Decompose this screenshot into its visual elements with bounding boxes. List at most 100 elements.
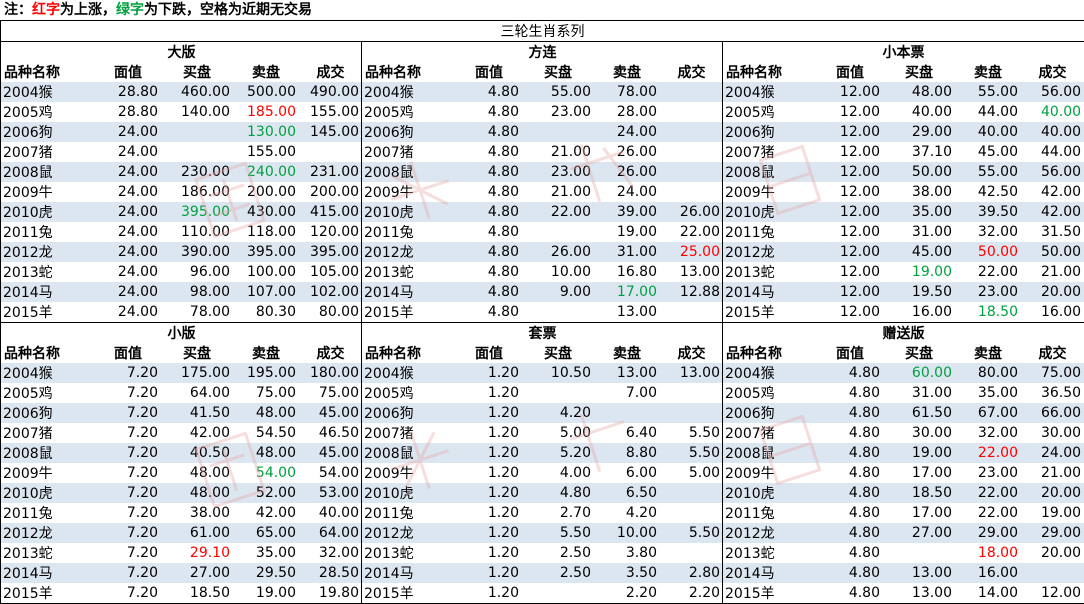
price-cell: 19.00 <box>883 443 955 463</box>
price-cell: 55.00 <box>955 162 1021 182</box>
variety-name: 2004猴 <box>362 363 456 383</box>
price-cell: 40.00 <box>299 503 362 523</box>
table-row: 2013蛇12.0019.0022.0021.00 <box>723 262 1084 282</box>
price-cell: 7.20 <box>95 563 161 583</box>
price-cell: 230.00 <box>161 162 233 182</box>
price-cell: 27.00 <box>883 523 955 543</box>
variety-name: 2012龙 <box>1 242 95 262</box>
price-cell: 1.20 <box>456 503 522 523</box>
price-cell: 23.00 <box>955 282 1021 302</box>
variety-name: 2010虎 <box>723 483 817 503</box>
price-cell: 3.50 <box>594 563 660 583</box>
table-row: 2006狗4.8024.00 <box>362 122 723 142</box>
price-cell: 7.20 <box>95 423 161 443</box>
variety-name: 2015羊 <box>723 302 817 322</box>
section-title: 大版 <box>1 42 362 62</box>
variety-name: 2009牛 <box>362 182 456 202</box>
legend-note: 注：红字为上涨，绿字为下跌，空格为近期无交易 <box>0 0 1084 20</box>
price-cell: 200.00 <box>299 182 362 202</box>
price-cell: 12.00 <box>817 122 883 142</box>
table-row: 2014马1.202.503.502.80 <box>362 563 723 583</box>
variety-name: 2007猪 <box>1 423 95 443</box>
column-header: 卖盘 <box>233 343 299 363</box>
column-header: 成交 <box>299 343 362 363</box>
price-cell: 7.20 <box>95 503 161 523</box>
note-red-word: 红字 <box>32 2 60 18</box>
price-cell <box>660 102 723 122</box>
price-cell: 48.00 <box>233 443 299 463</box>
price-cell: 155.00 <box>299 102 362 122</box>
variety-name: 2004猴 <box>362 82 456 102</box>
price-cell: 12.00 <box>817 222 883 242</box>
price-cell: 12.00 <box>817 82 883 102</box>
table-row: 2014马24.0098.00107.00102.00 <box>1 282 362 302</box>
table-row: 2013蛇4.8010.0016.8013.00 <box>362 262 723 282</box>
price-cell <box>660 122 723 142</box>
note-suffix: 为下跌，空格为近期无交易 <box>144 2 312 18</box>
section-table: 小本票品种名称面值买盘卖盘成交2004猴12.0048.0055.0056.00… <box>723 42 1084 322</box>
price-cell: 4.80 <box>456 302 522 322</box>
price-cell: 16.80 <box>594 262 660 282</box>
variety-name: 2008鼠 <box>362 162 456 182</box>
price-cell: 25.00 <box>660 242 723 262</box>
variety-name: 2012龙 <box>723 242 817 262</box>
price-cell: 490.00 <box>299 82 362 102</box>
price-cell: 185.00 <box>233 102 299 122</box>
price-cell: 1.20 <box>456 363 522 383</box>
price-cell: 4.80 <box>456 222 522 242</box>
variety-name: 2012龙 <box>362 523 456 543</box>
price-cell <box>660 403 723 423</box>
price-cell: 13.00 <box>594 363 660 383</box>
price-cell: 500.00 <box>233 82 299 102</box>
table-row: 2008鼠7.2040.5048.0045.00 <box>1 443 362 463</box>
section-taopiao: 套票品种名称面值买盘卖盘成交2004猴1.2010.5013.0013.0020… <box>362 323 723 604</box>
price-cell: 31.50 <box>1021 222 1084 242</box>
price-cell: 20.00 <box>1021 282 1084 302</box>
column-header: 品种名称 <box>1 62 95 82</box>
price-cell: 4.80 <box>817 583 883 603</box>
price-cell: 4.80 <box>456 82 522 102</box>
price-cell <box>522 383 594 403</box>
variety-name: 2010虎 <box>1 202 95 222</box>
price-cell: 30.00 <box>883 423 955 443</box>
price-cell: 23.00 <box>522 102 594 122</box>
price-cell: 180.00 <box>299 363 362 383</box>
price-cell: 28.80 <box>95 82 161 102</box>
price-cell: 18.50 <box>883 483 955 503</box>
price-cell: 1.20 <box>456 383 522 403</box>
price-cell: 22.00 <box>955 503 1021 523</box>
price-cell: 24.00 <box>95 222 161 242</box>
column-header: 卖盘 <box>233 62 299 82</box>
table-row: 2004猴7.20175.00195.00180.00 <box>1 363 362 383</box>
variety-name: 2010虎 <box>362 483 456 503</box>
section-xiaoban: 小版品种名称面值买盘卖盘成交2004猴7.20175.00195.00180.0… <box>1 323 362 604</box>
price-cell: 24.00 <box>95 122 161 142</box>
price-cell: 10.00 <box>594 523 660 543</box>
price-cell: 7.20 <box>95 363 161 383</box>
price-cell: 21.00 <box>1021 463 1084 483</box>
price-cell: 145.00 <box>299 122 362 142</box>
price-cell: 5.50 <box>660 423 723 443</box>
variety-name: 2013蛇 <box>362 262 456 282</box>
variety-name: 2006狗 <box>1 403 95 423</box>
note-prefix: 注： <box>4 2 32 18</box>
price-cell: 54.00 <box>299 463 362 483</box>
table-row: 2013蛇4.8018.0020.00 <box>723 543 1084 563</box>
price-cell: 22.00 <box>522 202 594 222</box>
price-cell: 40.00 <box>1021 102 1084 122</box>
price-cell: 5.50 <box>660 443 723 463</box>
price-cell: 20.00 <box>1021 543 1084 563</box>
price-cell: 21.00 <box>1021 262 1084 282</box>
price-cell: 65.00 <box>233 523 299 543</box>
price-cell: 24.00 <box>95 162 161 182</box>
price-cell: 18.00 <box>955 543 1021 563</box>
section-table: 大版品种名称面值买盘卖盘成交2004猴28.80460.00500.00490.… <box>1 42 362 322</box>
column-header: 卖盘 <box>955 343 1021 363</box>
price-cell: 105.00 <box>299 262 362 282</box>
section-zengsongban: 赠送版品种名称面值买盘卖盘成交2004猴4.8060.0080.0075.002… <box>723 323 1084 604</box>
price-cell: 390.00 <box>161 242 233 262</box>
price-cell: 10.50 <box>522 363 594 383</box>
table-row: 2013蛇24.0096.00100.00105.00 <box>1 262 362 282</box>
price-cell: 140.00 <box>161 102 233 122</box>
table-row: 2004猴1.2010.5013.0013.00 <box>362 363 723 383</box>
